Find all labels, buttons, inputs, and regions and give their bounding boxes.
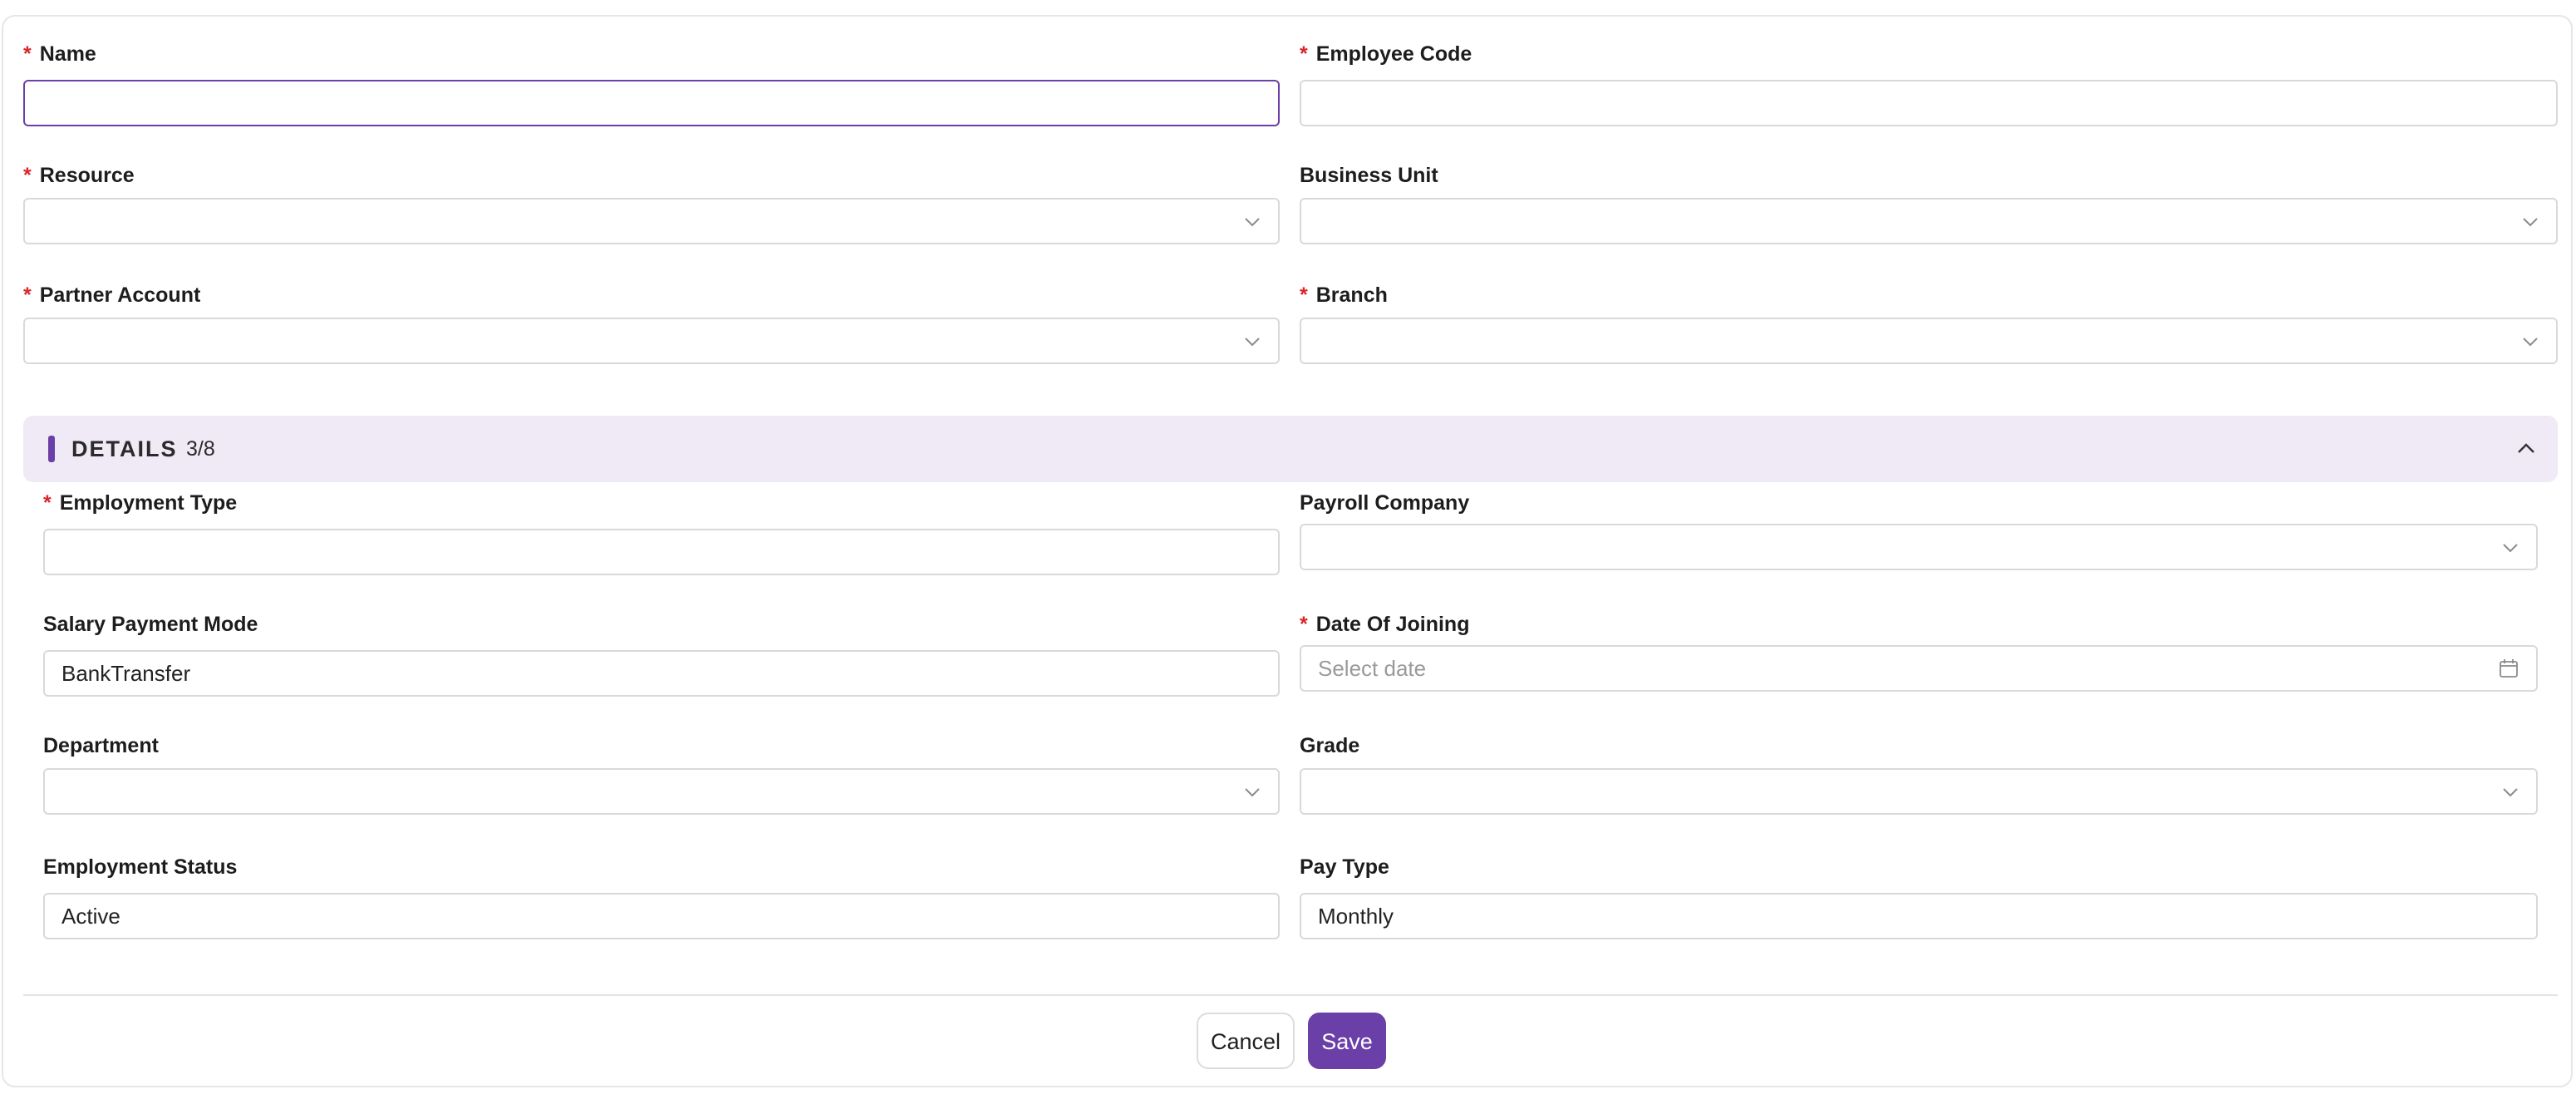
employment-status-label: Employment Status: [43, 855, 238, 879]
salary-payment-mode-label: Salary Payment Mode: [43, 613, 258, 636]
save-button[interactable]: Save: [1308, 1013, 1386, 1069]
name-input[interactable]: [23, 80, 1280, 126]
cancel-button[interactable]: Cancel: [1197, 1013, 1295, 1069]
chevron-down-icon: [2523, 218, 2538, 227]
business-unit-label: Business Unit: [1300, 164, 1438, 187]
salary-payment-mode-input[interactable]: BankTransfer: [43, 650, 1280, 697]
chevron-down-icon: [1245, 788, 1260, 797]
business-unit-select[interactable]: [1300, 198, 2558, 244]
resource-select[interactable]: [23, 198, 1280, 244]
payroll-company-label: Payroll Company: [1300, 491, 1470, 515]
resource-label: * Resource: [23, 164, 135, 187]
partner-account-select[interactable]: [23, 318, 1280, 364]
name-label: * Name: [23, 42, 96, 66]
section-count: 3/8: [186, 437, 215, 461]
branch-select[interactable]: [1300, 318, 2558, 364]
employment-status-input[interactable]: Active: [43, 893, 1280, 939]
date-of-joining-label: * Date Of Joining: [1300, 613, 1470, 636]
chevron-down-icon: [2523, 338, 2538, 347]
chevron-down-icon: [2503, 788, 2518, 797]
pay-type-label: Pay Type: [1300, 855, 1389, 879]
date-placeholder: Select date: [1318, 656, 1427, 681]
footer-divider: [23, 994, 2558, 996]
calendar-icon[interactable]: [2498, 658, 2519, 679]
employee-code-label: * Employee Code: [1300, 42, 1472, 66]
employment-type-label: * Employment Type: [43, 491, 238, 515]
chevron-down-icon: [1245, 338, 1260, 347]
section-title: DETAILS: [71, 436, 178, 461]
employee-form-card: * Name * Employee Code * Resource Business …: [2, 15, 2573, 1087]
branch-label: * Branch: [1300, 283, 1388, 307]
employee-code-input[interactable]: [1300, 80, 2558, 126]
partner-account-label: * Partner Account: [23, 283, 201, 307]
department-label: Department: [43, 734, 159, 757]
grade-label: Grade: [1300, 734, 1360, 757]
department-select[interactable]: [43, 768, 1280, 815]
pay-type-input[interactable]: Monthly: [1300, 893, 2538, 939]
chevron-down-icon: [2503, 544, 2518, 553]
chevron-up-icon[interactable]: [2515, 437, 2538, 461]
details-section-header[interactable]: DETAILS 3/8: [23, 416, 2558, 482]
employment-type-input[interactable]: [43, 529, 1280, 575]
date-of-joining-picker[interactable]: Select date: [1300, 645, 2538, 692]
section-accent-bar: [48, 436, 55, 462]
grade-select[interactable]: [1300, 768, 2538, 815]
chevron-down-icon: [1245, 218, 1260, 227]
payroll-company-select[interactable]: [1300, 524, 2538, 570]
